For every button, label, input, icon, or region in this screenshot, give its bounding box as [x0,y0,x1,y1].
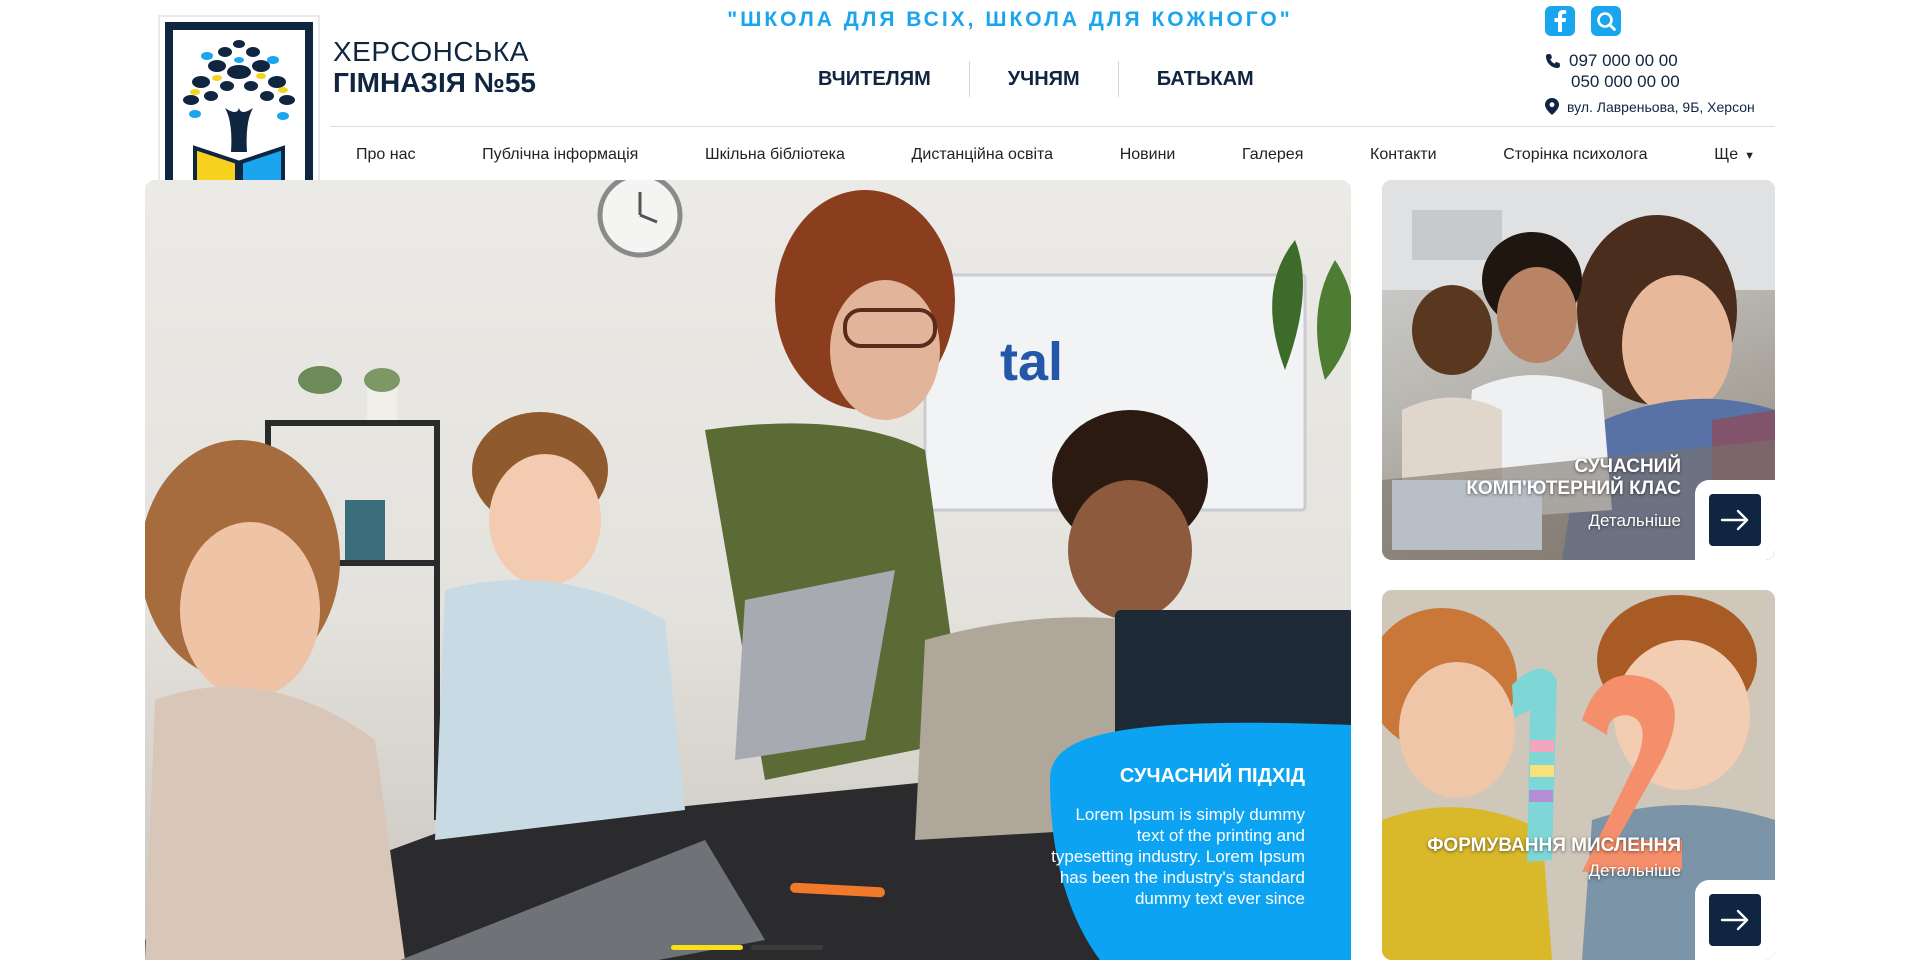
menu-item-distance-learning[interactable]: Дистанційна освіта [912,146,1054,164]
arrow-right-icon [1720,509,1749,531]
card-arrow-wrapper [1695,480,1775,560]
screen-text: tal [1000,332,1063,392]
hero-caption-text: Lorem Ipsum is simply dummy text of the … [1051,805,1305,908]
hero-slider[interactable]: tal СУЧАСНИЙ ПІДХІД Lorem Ipsum is simpl… [145,180,1351,960]
card-arrow-button[interactable] [1709,894,1761,946]
phone-row: 097 000 00 00 [1545,50,1770,71]
nav-teachers[interactable]: ВЧИТЕЛЯМ [780,60,969,98]
menu-item-psychologist[interactable]: Сторінка психолога [1503,146,1647,164]
phone-number[interactable]: 050 000 00 00 [1571,72,1680,92]
caret-down-icon: ▼ [1744,150,1755,162]
menu-item-library[interactable]: Шкільна бібліотека [705,146,845,164]
card-title: ФОРМУВАННЯ МИСЛЕННЯ [1427,835,1681,856]
nav-students[interactable]: УЧНЯМ [970,60,1118,98]
hero-caption: СУЧАСНИЙ ПІДХІД Lorem Ipsum is simply du… [1050,765,1305,909]
facebook-icon[interactable] [1545,6,1575,36]
menu-item-gallery[interactable]: Галерея [1242,146,1303,164]
page: ХЕРСОНСЬКА ГІМНАЗІЯ №55 "ШКОЛА ДЛЯ ВСІХ,… [0,0,1905,960]
header-divider [330,126,1775,127]
phone-number[interactable]: 097 000 00 00 [1569,51,1678,71]
menu-item-news[interactable]: Новини [1120,146,1176,164]
slogan: "ШКОЛА ДЛЯ ВСІХ, ШКОЛА ДЛЯ КОЖНОГО" [727,8,1293,31]
slider-dot-1[interactable] [671,945,743,950]
slider-pagination [671,945,823,950]
address-row: вул. Лавреньова, 9Б, Херсон [1545,96,1770,117]
card-title: СУЧАСНИЙ КОМП'ЮТЕРНИЙ КЛАС [1466,456,1681,499]
menu-item-more-label: Ще [1714,146,1739,163]
contacts-block: 097 000 00 00 050 000 00 00 вул. Лаврень… [1545,50,1770,117]
school-name-line1: ХЕРСОНСЬКА [333,36,529,67]
school-name-line2: ГІМНАЗІЯ №55 [333,67,536,98]
school-name[interactable]: ХЕРСОНСЬКА ГІМНАЗІЯ №55 [333,36,536,98]
nav-parents[interactable]: БАТЬКАМ [1119,60,1292,98]
feature-card-thinking[interactable]: ФОРМУВАННЯ МИСЛЕННЯ Детальніше [1382,590,1775,960]
search-icon[interactable] [1591,6,1621,36]
menu-item-contacts[interactable]: Контакти [1370,146,1437,164]
phone-row: 050 000 00 00 [1545,71,1770,92]
menu-item-more[interactable]: Ще ▼ [1714,146,1755,164]
slider-dot-2[interactable] [751,945,823,950]
main-menu: Про нас Публічна інформація Шкільна бібл… [330,140,1775,170]
card-arrow-wrapper [1695,880,1775,960]
feature-card-computer-class[interactable]: СУЧАСНИЙ КОМП'ЮТЕРНИЙ КЛАС Детальніше [1382,180,1775,560]
menu-item-about[interactable]: Про нас [356,146,415,164]
menu-item-public-info[interactable]: Публічна інформація [482,146,638,164]
card-more-link[interactable]: Детальніше [1589,511,1682,531]
phone-icon [1546,53,1560,68]
address: вул. Лавреньова, 9Б, Херсон [1567,98,1755,115]
card-arrow-button[interactable] [1709,494,1761,546]
audience-nav: ВЧИТЕЛЯМ УЧНЯМ БАТЬКАМ [780,60,1292,98]
card-more-link[interactable]: Детальніше [1589,861,1682,881]
location-pin-icon [1545,98,1559,115]
arrow-right-icon [1720,909,1749,931]
social-links [1545,6,1621,36]
hero-caption-title: СУЧАСНИЙ ПІДХІД [1119,765,1305,787]
